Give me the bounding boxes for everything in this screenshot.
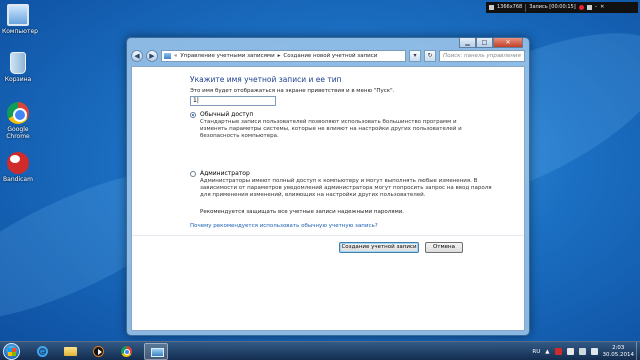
address-bar[interactable]: « Управление учетными записями ▸ Создани… xyxy=(161,50,406,62)
minimize-icon[interactable]: – xyxy=(595,2,598,13)
standard-user-description: Стандартные записи пользователей позволя… xyxy=(200,119,462,140)
network-icon[interactable] xyxy=(578,348,586,355)
media-player-icon xyxy=(93,346,104,357)
create-account-window: ▁ □ ✕ ◀ ▶ « Управление учетными записями… xyxy=(126,37,530,336)
password-recommendation: Рекомендуется защищать все учетные запис… xyxy=(200,209,405,215)
cancel-button[interactable]: Отмена xyxy=(425,242,463,253)
maximize-button[interactable]: □ xyxy=(476,38,493,48)
control-panel-icon xyxy=(164,53,171,59)
content-pane: Укажите имя учетной записи и ее тип Это … xyxy=(131,66,525,331)
taskbar: e RU ▲ 2:03 30.05.2014 xyxy=(0,341,640,360)
recording-status: Запись [00:00:15] xyxy=(529,4,576,10)
desktop-icon-computer[interactable]: Компьютер xyxy=(2,4,38,35)
divider xyxy=(132,235,524,236)
recording-bar: 1366x768 Запись [00:00:15] – ✕ xyxy=(486,2,638,13)
address-dropdown-button[interactable]: ▾ xyxy=(409,50,421,62)
chrome-icon xyxy=(121,346,132,357)
page-title: Укажите имя учетной записи и ее тип xyxy=(190,75,342,84)
close-icon[interactable]: ✕ xyxy=(600,2,604,13)
back-button[interactable]: ◀ xyxy=(131,50,143,62)
description-line: изменять параметры системы, которые не в… xyxy=(200,126,462,132)
taskbar-control-panel[interactable] xyxy=(144,343,168,360)
control-panel-icon xyxy=(151,348,164,357)
breadcrumb-item[interactable]: Создание новой учетной записи xyxy=(283,53,377,59)
bandicam-icon xyxy=(7,152,29,174)
minimize-button[interactable]: ▁ xyxy=(459,38,476,48)
desktop-icon-label: Корзина xyxy=(4,76,32,83)
breadcrumb-item[interactable]: Управление учетными записями xyxy=(180,53,274,59)
computer-icon xyxy=(7,4,29,26)
search-placeholder: Поиск: панель управления xyxy=(443,53,521,59)
help-link[interactable]: Почему рекомендуется использовать обычну… xyxy=(190,223,378,229)
description-line: Администраторы имеют полный доступ к ком… xyxy=(200,178,478,184)
description-line: Стандартные записи пользователей позволя… xyxy=(200,119,457,125)
navigation-bar: ◀ ▶ « Управление учетными записями ▸ Соз… xyxy=(131,49,525,63)
windows-logo-icon xyxy=(8,348,16,356)
divider xyxy=(525,3,527,12)
forward-button[interactable]: ▶ xyxy=(146,50,158,62)
taskbar-internet-explorer[interactable]: e xyxy=(30,343,54,360)
language-indicator[interactable]: RU xyxy=(532,349,540,355)
show-desktop-button[interactable] xyxy=(636,342,640,360)
standard-user-label[interactable]: Обычный доступ xyxy=(200,111,253,118)
window-controls: ▁ □ ✕ xyxy=(459,38,523,48)
clock-date: 30.05.2014 xyxy=(602,351,635,358)
breadcrumb-separator: « xyxy=(174,53,178,59)
refresh-button[interactable]: ↻ xyxy=(424,50,436,62)
account-name-input[interactable]: 1| xyxy=(190,96,276,106)
standard-user-radio[interactable] xyxy=(190,112,196,118)
search-input[interactable]: Поиск: панель управления xyxy=(439,50,525,62)
record-icon[interactable] xyxy=(578,5,584,10)
start-button[interactable] xyxy=(3,343,20,360)
screenshot-icon[interactable] xyxy=(586,5,592,10)
bandicam-tray-icon[interactable] xyxy=(554,348,562,355)
show-hidden-icons[interactable]: ▲ xyxy=(545,349,549,355)
folder-icon xyxy=(64,347,77,356)
desktop-icon-label: Bandicam xyxy=(3,176,33,183)
desktop-icon-recycle-bin[interactable]: Корзина xyxy=(2,52,34,83)
window-mode-icon[interactable] xyxy=(489,5,494,10)
administrator-radio[interactable] xyxy=(190,171,196,177)
administrator-label[interactable]: Администратор xyxy=(200,170,250,177)
clock[interactable]: 2:03 30.05.2014 xyxy=(603,345,635,359)
recycle-bin-icon xyxy=(10,52,26,74)
close-button[interactable]: ✕ xyxy=(493,38,523,48)
desktop-icon-label: Google Chrome xyxy=(6,126,30,140)
taskbar-explorer[interactable] xyxy=(58,343,82,360)
internet-explorer-icon: e xyxy=(37,346,48,357)
breadcrumb-separator: ▸ xyxy=(277,53,281,59)
description-line: для применения изменений, влияющих на на… xyxy=(200,192,426,198)
system-tray: RU ▲ 2:03 30.05.2014 xyxy=(532,342,634,360)
administrator-description: Администраторы имеют полный доступ к ком… xyxy=(200,178,492,199)
desktop-icon-chrome[interactable]: Google Chrome xyxy=(2,102,34,140)
chrome-icon xyxy=(7,102,29,124)
create-account-button[interactable]: Создание учетной записи xyxy=(339,242,419,253)
volume-icon[interactable] xyxy=(590,348,598,355)
desktop-icon-label: Компьютер xyxy=(2,28,38,35)
name-description: Это имя будет отображаться на экране при… xyxy=(190,88,395,94)
recording-resolution: 1366x768 xyxy=(497,4,523,10)
taskbar-chrome[interactable] xyxy=(114,343,138,360)
desktop-icon-bandicam[interactable]: Bandicam xyxy=(2,152,34,183)
description-line: безопасность компьютера. xyxy=(200,133,279,139)
flag-icon[interactable] xyxy=(566,348,574,355)
description-line: зависимости от параметров уведомлений ад… xyxy=(200,185,492,191)
clock-time: 2:03 xyxy=(612,344,625,351)
taskbar-media-player[interactable] xyxy=(86,343,110,360)
